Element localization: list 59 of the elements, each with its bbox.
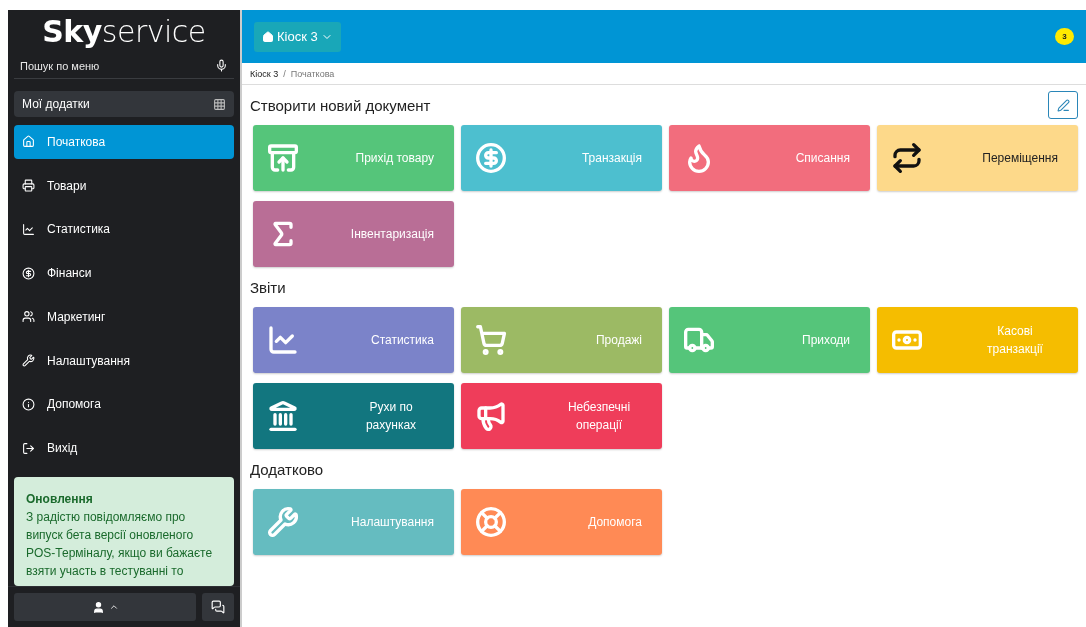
document-tile[interactable]: Налаштування <box>253 489 454 555</box>
repeat-icon <box>891 142 923 174</box>
users-icon <box>22 310 35 324</box>
section-title: Додатково <box>250 460 324 478</box>
section-title: Звіти <box>250 278 286 296</box>
document-tile[interactable]: Статистика <box>253 307 454 373</box>
lifebuoy-icon <box>475 506 507 538</box>
menu-item[interactable]: Допомога <box>14 387 234 422</box>
chat-button[interactable] <box>202 593 234 621</box>
wrench-icon <box>267 506 299 538</box>
chart-icon <box>22 222 35 236</box>
document-tile[interactable]: Прихід товару <box>253 125 454 191</box>
microphone-icon[interactable] <box>215 59 228 72</box>
caret-icon <box>108 602 119 612</box>
update-notice: Оновлення З радістю повідомляємо про випуск бета версії оновленого POS-Терміналу, якщо ви бажаєте взяти участь в тестуванні то <box>14 477 234 586</box>
menu-item[interactable]: Маркетинг <box>14 300 234 334</box>
bank-icon <box>267 400 299 432</box>
apps-button[interactable]: Мої додатки <box>14 91 234 118</box>
document-tile[interactable]: Продажі <box>461 307 662 373</box>
archive-icon <box>267 142 299 174</box>
menu-item[interactable]: Статистика <box>14 212 234 247</box>
search-field[interactable]: Пошук по меню <box>20 59 215 72</box>
menu-item[interactable]: Товари <box>14 168 234 203</box>
pen-icon <box>1056 98 1070 112</box>
user-icon <box>91 600 105 614</box>
section-title: Створити новий документ <box>250 96 431 114</box>
logo: Skyservice <box>41 13 207 51</box>
breadcrumb-item: Початкова <box>290 68 335 79</box>
store-button[interactable]: Кіоск 3 <box>254 21 341 52</box>
chat-icon <box>211 600 225 614</box>
info-icon <box>22 397 35 411</box>
edit-button[interactable] <box>1048 91 1078 119</box>
wrench-icon <box>22 354 35 368</box>
apps-label: Мої додатки <box>22 97 90 111</box>
document-tile[interactable]: Приходи <box>669 307 870 373</box>
megaphone-icon <box>475 400 507 432</box>
menu-item[interactable]: Фінанси <box>14 256 234 291</box>
dollar-icon <box>22 266 35 280</box>
document-tile[interactable]: Списання <box>669 125 870 191</box>
menu-item[interactable]: Налаштування <box>14 343 234 378</box>
document-tile[interactable]: Транзакція <box>461 125 662 191</box>
cart-icon <box>475 324 507 356</box>
document-tile[interactable]: Переміщення <box>877 125 1078 191</box>
dollar-icon <box>475 142 507 174</box>
breadcrumb-separator: / <box>283 68 286 79</box>
menu-item[interactable]: Вихід <box>14 431 234 466</box>
chart-icon <box>267 324 299 356</box>
document-tile[interactable]: Небезпечні операції <box>461 383 662 449</box>
home-icon <box>22 135 35 149</box>
home-icon <box>262 30 274 43</box>
document-tile[interactable]: Інвентаризація <box>253 201 454 267</box>
menu-item[interactable]: Початкова <box>14 125 234 159</box>
grid-icon <box>213 97 226 111</box>
document-tile[interactable]: Допомога <box>461 489 662 555</box>
breadcrumb-item[interactable]: Кіоск 3 <box>250 68 279 79</box>
notification-badge[interactable]: 3 <box>1055 28 1074 45</box>
exit-icon <box>22 441 35 455</box>
document-tile[interactable]: Рухи по рахунках <box>253 383 454 449</box>
printer-icon <box>22 179 35 193</box>
